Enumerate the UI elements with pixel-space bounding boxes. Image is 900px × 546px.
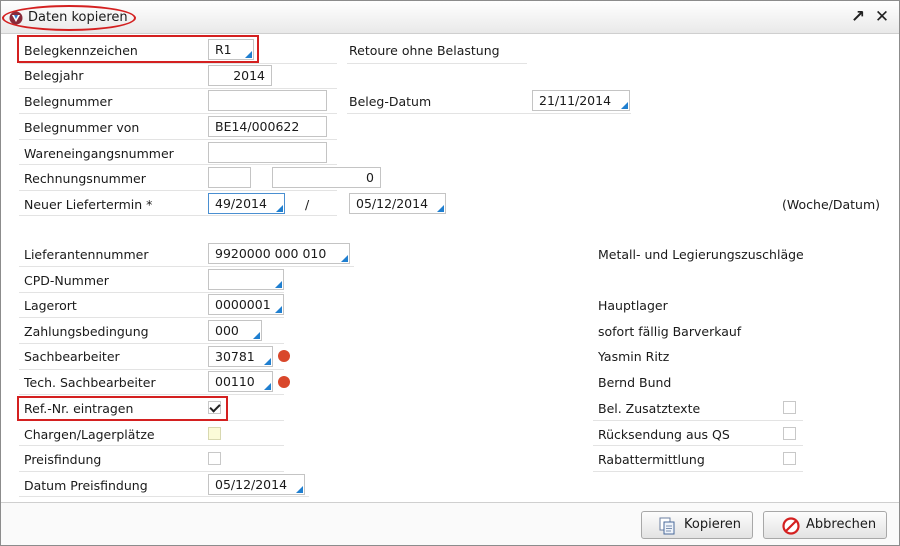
zahlungsbedingung-label: Zahlungsbedingung: [24, 324, 149, 339]
calendar-corner-icon[interactable]: [437, 205, 444, 212]
belegnummer-von-label: Belegnummer von: [24, 120, 140, 135]
bel-zusatztexte-label: Bel. Zusatztexte: [598, 401, 701, 416]
lieferantennummer-info: Metall- und Legierungszuschläge: [598, 247, 804, 262]
rechnungsnummer-field-2[interactable]: 0: [272, 167, 381, 188]
belegjahr-label: Belegjahr: [24, 68, 84, 83]
belegkennzeichen-highlight: [17, 35, 259, 63]
close-icon[interactable]: ✕: [873, 8, 891, 26]
datum-preisfindung-field[interactable]: 05/12/2014: [208, 474, 305, 495]
tech-sachbearbeiter-field[interactable]: 00110: [208, 371, 273, 392]
belegkennzeichen-info: Retoure ohne Belastung: [349, 43, 500, 58]
abbrechen-button-label: Abbrechen: [806, 517, 877, 532]
chargen-lagerplaetze-checkbox[interactable]: [208, 427, 221, 440]
belegnummer-von-value: BE14/000622: [215, 119, 300, 134]
tech-sachbearbeiter-info: Bernd Bund: [598, 375, 672, 390]
kopieren-button[interactable]: Kopieren: [641, 511, 753, 539]
belegnummer-von-field[interactable]: BE14/000622: [208, 116, 327, 137]
liefertermin-hint: (Woche/Datum): [782, 197, 881, 212]
belegnummer-field[interactable]: [208, 90, 327, 111]
lagerort-info: Hauptlager: [598, 298, 668, 313]
expand-arrow-icon[interactable]: ↗: [849, 8, 867, 26]
lookup-corner-icon[interactable]: [275, 306, 282, 313]
neuer-liefertermin-label: Neuer Liefertermin *: [24, 197, 153, 212]
chargen-lagerplaetze-label: Chargen/Lagerplätze: [24, 427, 155, 442]
ref-nr-highlight: [17, 396, 228, 421]
tech-sachbearbeiter-value: 00110: [215, 374, 255, 389]
status-dot-icon: [278, 350, 290, 362]
lookup-corner-icon[interactable]: [264, 383, 271, 390]
beleg-datum-value: 21/11/2014: [539, 93, 612, 108]
sachbearbeiter-info: Yasmin Ritz: [598, 349, 670, 364]
lieferantennummer-value: 9920000 000 010: [215, 246, 327, 261]
zahlungsbedingung-info: sofort fällig Barverkauf: [598, 324, 742, 339]
datum-preisfindung-label: Datum Preisfindung: [24, 478, 148, 493]
lagerort-label: Lagerort: [24, 298, 77, 313]
liefertermin-week-field[interactable]: 49/2014: [208, 193, 285, 214]
lagerort-field[interactable]: 0000001: [208, 294, 284, 315]
calendar-corner-icon[interactable]: [296, 486, 303, 493]
liefertermin-separator: /: [305, 197, 310, 212]
preisfindung-label: Preisfindung: [24, 452, 102, 467]
rabattermittlung-label: Rabattermittlung: [598, 452, 705, 467]
calendar-corner-icon[interactable]: [621, 102, 628, 109]
title-highlight: [2, 5, 136, 31]
zahlungsbedingung-field[interactable]: 000: [208, 320, 262, 341]
cpd-nummer-label: CPD-Nummer: [24, 273, 109, 288]
bel-zusatztexte-checkbox[interactable]: [783, 401, 796, 414]
beleg-datum-field[interactable]: 21/11/2014: [532, 90, 630, 111]
abbrechen-button[interactable]: Abbrechen: [763, 511, 887, 539]
beleg-datum-label: Beleg-Datum: [349, 94, 432, 109]
sachbearbeiter-label: Sachbearbeiter: [24, 349, 120, 364]
title-bar: Daten kopieren ↗ ✕: [1, 1, 899, 34]
kopieren-button-label: Kopieren: [684, 517, 741, 532]
lagerort-value: 0000001: [215, 297, 271, 312]
datum-preisfindung-value: 05/12/2014: [215, 477, 288, 492]
preisfindung-checkbox[interactable]: [208, 452, 221, 465]
tech-sachbearbeiter-label: Tech. Sachbearbeiter: [24, 375, 156, 390]
status-dot-icon: [278, 376, 290, 388]
belegnummer-label: Belegnummer: [24, 94, 113, 109]
rechnungsnummer-label: Rechnungsnummer: [24, 171, 146, 186]
wareneingangsnummer-label: Wareneingangsnummer: [24, 146, 174, 161]
liefertermin-date-value: 05/12/2014: [356, 196, 429, 211]
lookup-corner-icon[interactable]: [264, 358, 271, 365]
dialog-window: Daten kopieren ↗ ✕ Belegkennzeichen R1 R…: [0, 0, 900, 546]
wareneingangsnummer-field[interactable]: [208, 142, 327, 163]
rechnungsnummer-value-2: 0: [366, 170, 374, 185]
no-entry-icon: [782, 517, 800, 535]
lookup-corner-icon[interactable]: [275, 281, 282, 288]
zahlungsbedingung-value: 000: [215, 323, 239, 338]
sachbearbeiter-field[interactable]: 30781: [208, 346, 273, 367]
belegjahr-field[interactable]: 2014: [208, 65, 272, 86]
liefertermin-date-field[interactable]: 05/12/2014: [349, 193, 446, 214]
dialog-footer: Kopieren Abbrechen: [1, 502, 899, 545]
ruecksendung-aus-qs-label: Rücksendung aus QS: [598, 427, 730, 442]
lookup-corner-icon[interactable]: [253, 332, 260, 339]
sachbearbeiter-value: 30781: [215, 349, 255, 364]
cpd-nummer-field[interactable]: [208, 269, 284, 290]
lieferantennummer-label: Lieferantennummer: [24, 247, 149, 262]
liefertermin-week-value: 49/2014: [215, 196, 267, 211]
rabattermittlung-checkbox[interactable]: [783, 452, 796, 465]
rechnungsnummer-field-1[interactable]: [208, 167, 251, 188]
lookup-corner-icon[interactable]: [341, 255, 348, 262]
belegjahr-value: 2014: [233, 68, 265, 83]
copy-documents-icon: [659, 517, 675, 535]
ruecksendung-aus-qs-checkbox[interactable]: [783, 427, 796, 440]
lieferantennummer-field[interactable]: 9920000 000 010: [208, 243, 350, 264]
week-picker-corner-icon[interactable]: [276, 205, 283, 212]
